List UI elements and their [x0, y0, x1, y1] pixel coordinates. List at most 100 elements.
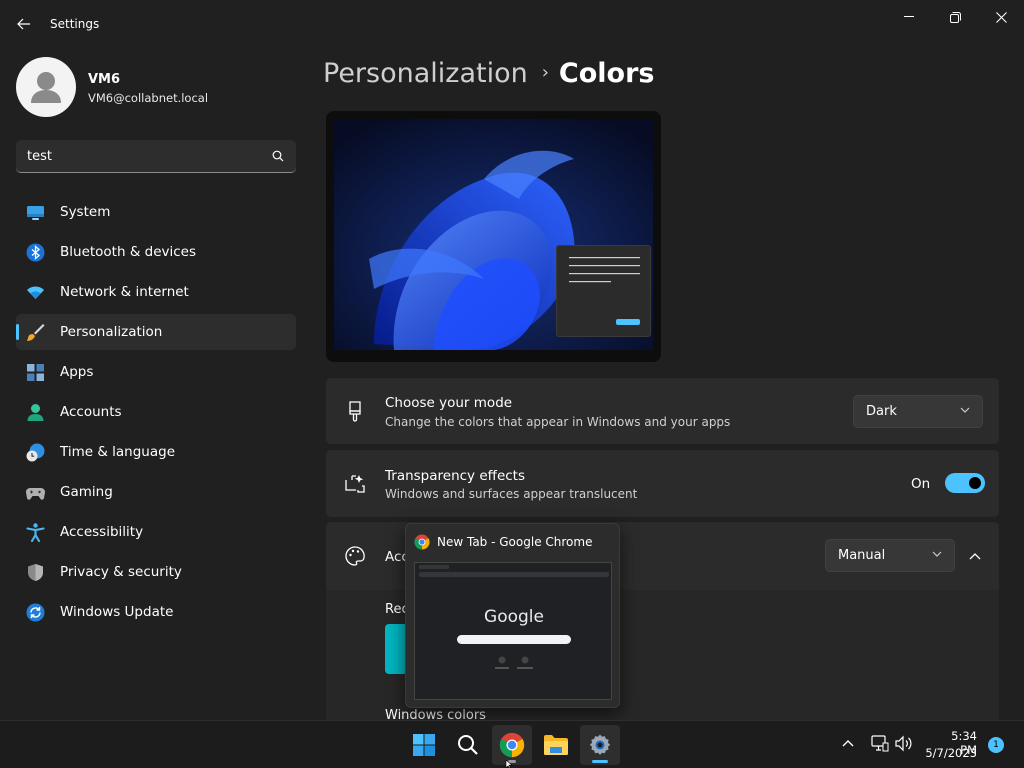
sidebar-item-personalization[interactable]: Personalization [16, 314, 296, 350]
thumbnail-title: New Tab - Google Chrome [437, 535, 593, 549]
clock-globe-icon [26, 443, 45, 462]
google-logo: Google [484, 607, 544, 627]
network-wired-icon[interactable] [871, 735, 889, 752]
breadcrumb: Personalization › Colors [323, 58, 654, 89]
sidebar-item-network[interactable]: Network & internet [16, 274, 296, 310]
paint-bucket-icon [349, 401, 361, 422]
transparency-sparkle-icon [345, 475, 365, 493]
sidebar-item-label: Personalization [60, 324, 163, 340]
google-search-box [457, 635, 571, 644]
minimize-button[interactable] [886, 4, 932, 30]
sidebar-item-gaming[interactable]: Gaming [16, 474, 296, 510]
transparency-toggle[interactable] [945, 473, 985, 493]
settings-search-input[interactable]: test [16, 140, 296, 173]
search-value: test [27, 149, 52, 164]
recent-color-swatch[interactable] [385, 624, 405, 674]
user-name: VM6 [88, 72, 121, 87]
chrome-window-preview: Google [414, 562, 612, 700]
sidebar-item-label: Accounts [60, 404, 122, 420]
taskbar-file-explorer[interactable] [536, 725, 576, 765]
palette-icon [345, 546, 365, 566]
apps-icon [27, 364, 44, 381]
chevron-up-icon [969, 552, 981, 559]
preview-window-mockup [556, 245, 651, 337]
back-button[interactable] [10, 10, 38, 38]
shortcut-tiles [495, 656, 533, 669]
chrome-icon [414, 534, 430, 550]
taskbar-search-button[interactable] [448, 725, 488, 765]
chevron-down-icon [932, 551, 942, 557]
transparency-card: Transparency effects Windows and surface… [326, 450, 999, 517]
collapse-button[interactable] [963, 544, 987, 568]
dropdown-value: Dark [866, 404, 897, 419]
paintbrush-icon [27, 324, 45, 341]
avatar [16, 57, 76, 117]
mode-dropdown[interactable]: Dark [853, 395, 983, 428]
search-icon[interactable] [272, 150, 284, 162]
sidebar-item-time-language[interactable]: Time & language [16, 434, 296, 470]
bluetooth-icon [26, 243, 45, 262]
folder-icon [544, 735, 568, 755]
clock-date[interactable]: 5/7/2023 [921, 746, 977, 760]
title-bar: Settings [0, 0, 1024, 48]
minimize-icon [904, 16, 914, 17]
show-hidden-icons-chevron-icon[interactable] [842, 739, 854, 747]
breadcrumb-parent[interactable]: Personalization [323, 58, 528, 89]
accent-mode-dropdown[interactable]: Manual [825, 539, 955, 572]
start-button[interactable] [404, 725, 444, 765]
dropdown-value: Manual [838, 548, 886, 563]
sidebar-item-label: Windows Update [60, 604, 174, 620]
back-arrow-icon [17, 18, 30, 30]
card-title: Choose your mode [385, 395, 513, 411]
choose-mode-card: Choose your mode Change the colors that … [326, 378, 999, 444]
sidebar-item-label: System [60, 204, 111, 220]
taskbar-chrome[interactable] [492, 725, 532, 765]
update-icon [26, 603, 45, 622]
app-title: Settings [50, 17, 100, 31]
sidebar-item-label: Time & language [60, 444, 176, 460]
sidebar-item-bluetooth[interactable]: Bluetooth & devices [16, 234, 296, 270]
close-button[interactable] [978, 4, 1024, 30]
card-title: Transparency effects [385, 468, 525, 484]
preview-window-lines [569, 257, 640, 325]
notification-badge[interactable]: 1 [988, 737, 1004, 753]
gamepad-icon [26, 487, 45, 500]
sidebar-item-apps[interactable]: Apps [16, 354, 296, 390]
sidebar-item-label: Bluetooth & devices [60, 244, 197, 260]
restore-icon [949, 11, 961, 23]
card-description: Windows and surfaces appear translucent [385, 487, 638, 501]
person-placeholder-icon [31, 72, 61, 103]
accessibility-icon [26, 523, 45, 542]
close-icon [995, 11, 1007, 23]
chrome-taskbar-thumbnail[interactable]: New Tab - Google Chrome Google [405, 523, 620, 708]
wifi-icon [27, 286, 44, 299]
sidebar-item-accessibility[interactable]: Accessibility [16, 514, 296, 550]
toggle-knob [969, 477, 981, 489]
taskbar-settings[interactable] [580, 725, 620, 765]
chrome-icon [499, 732, 525, 758]
volume-icon[interactable] [895, 735, 913, 752]
windows-logo-icon [413, 734, 435, 756]
sidebar-nav: System Bluetooth & devices Network & int… [16, 194, 296, 634]
search-icon [458, 735, 478, 755]
breadcrumb-separator: › [541, 62, 549, 83]
gear-icon [589, 734, 611, 755]
sidebar-item-windows-update[interactable]: Windows Update [16, 594, 296, 630]
wallpaper-preview [334, 119, 653, 350]
sidebar-item-label: Accessibility [60, 524, 144, 540]
active-indicator [592, 760, 608, 763]
browser-toolbar-lines [419, 565, 609, 577]
sidebar-item-accounts[interactable]: Accounts [16, 394, 296, 430]
monitor-icon [27, 206, 44, 220]
sidebar-item-system[interactable]: System [16, 194, 296, 230]
toggle-state-label: On [911, 476, 931, 492]
restore-button[interactable] [932, 4, 978, 30]
theme-preview [326, 111, 661, 362]
sidebar-item-privacy-security[interactable]: Privacy & security [16, 554, 296, 590]
shield-icon [28, 564, 43, 581]
sidebar-item-label: Privacy & security [60, 564, 182, 580]
sidebar-item-label: Gaming [60, 484, 113, 500]
chevron-down-icon [960, 407, 970, 413]
page-title: Colors [558, 58, 655, 89]
sidebar-item-label: Apps [60, 364, 94, 380]
